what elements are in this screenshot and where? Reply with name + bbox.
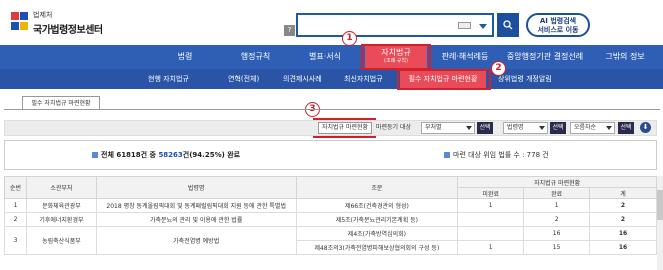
cell-unmade [457, 226, 525, 241]
table-row: 2 기후에너지환경부 가축분뇨의 관리 및 이용에 관한 법률 제5조(가축분뇨… [4, 212, 657, 227]
tab-required[interactable]: 필수 자치법규 마련현황 [22, 96, 100, 110]
nav-precedent[interactable]: 판례·해석례등 [430, 45, 500, 69]
choose-button-2[interactable]: 선택 [550, 122, 566, 134]
table-row: 1 문화체육관광부 2018 평창 동계올림픽대회 및 동계패럴림픽대회 지원 … [4, 198, 657, 213]
cell-ministry: 농림축산식품부 [25, 226, 97, 255]
map-status-button[interactable]: 자치법규 마련현황 [318, 122, 372, 134]
chevron-down-icon [539, 126, 545, 130]
status-table: 순번 소관부처 법령명 조문 자치법규 마련현황 미완료 완료 계 1 문화체육… [4, 176, 657, 255]
cell-law[interactable]: 2018 평창 동계올림픽대회 및 동계패럴림픽대회 지원 등에 관한 특별법 [95, 198, 297, 213]
col-unmade: 미완료 [457, 187, 525, 199]
logo-main[interactable]: 국가법령정보센터 [33, 21, 103, 36]
nav-decision[interactable]: 중앙행정기관 결정선례 [500, 45, 590, 69]
col-total: 계 [589, 187, 657, 199]
bullet-icon [444, 152, 450, 158]
chevron-down-icon [606, 126, 612, 130]
summary-prefix: 전체 61818건 중 [101, 151, 159, 159]
tab-divider [4, 109, 660, 110]
cell-total: 16 [589, 240, 657, 255]
summary-right-text: 마련 대상 위임 법률 수 : 778 건 [453, 151, 549, 159]
summary-suffix: 건(94.25%) 완료 [182, 151, 241, 159]
table-row: 3 농림축산식품부 가축전염병 예방법 제4조(가축방역심의회) 16 16 [4, 226, 657, 255]
ai-line2: 서비스로 이동 [537, 26, 579, 34]
cell-total: 2 [589, 212, 657, 227]
cell-no: 2 [4, 212, 27, 227]
cell-total: 2 [589, 198, 657, 213]
subnav-latest[interactable]: 최신자치법규 [344, 69, 383, 89]
cell-law[interactable]: 가축전염병 예방법 [95, 226, 297, 255]
nav-law[interactable]: 법령 [150, 45, 220, 69]
bullet-icon [92, 152, 98, 158]
help-button[interactable]: ? [284, 25, 295, 36]
summary-target: 마련 대상 위임 법률 수 : 778 건 [444, 150, 549, 160]
cell-no: 3 [4, 226, 27, 255]
subnav-opinion[interactable]: 의견제시사례 [283, 69, 322, 89]
ministry-select[interactable]: 부처별 [421, 122, 475, 134]
choose-button-3[interactable]: 선택 [618, 122, 634, 134]
search-button[interactable] [497, 13, 519, 37]
logo-sub: 법제처 [33, 11, 53, 19]
cell-ministry: 문화체육관광부 [25, 198, 97, 213]
cell-unmade: 1 [457, 198, 525, 213]
download-icon[interactable]: ⬇ [640, 122, 651, 133]
col-status: 자치법규 마련현황 [457, 176, 657, 188]
summary-count: 58263 [158, 151, 183, 159]
cell-unmade: 1 [457, 240, 525, 255]
header: 법제처 국가법령정보센터 ? AI 법령검색 서비스로 이동 [0, 0, 663, 45]
sub-nav: 현행 자치법규 연혁(전체) 의견제시사례 최신자치법규 상위법령 개정알림 [0, 69, 663, 89]
summary-total: 전체 61818건 중 58263건(94.25%) 완료 [92, 150, 240, 160]
target-label: 마련등기 대상 [376, 124, 412, 131]
law-select[interactable]: 법령명 [503, 122, 548, 134]
chevron-down-icon [466, 126, 472, 130]
cell-ministry: 기후에너지환경부 [25, 212, 97, 227]
chevron-down-icon[interactable] [479, 24, 487, 29]
nav-admin-rule[interactable]: 행정규칙 [218, 45, 293, 69]
scrollbar-thumb[interactable] [657, 190, 663, 220]
cell-done: 16 [523, 226, 591, 241]
cell-done: 1 [523, 198, 591, 213]
col-law: 법령명 [95, 176, 297, 199]
cell-done: 15 [523, 240, 591, 255]
subnav-alert[interactable]: 상위법령 개정알림 [498, 69, 552, 89]
cell-article[interactable]: 제66조(건축경관의 형성) [295, 198, 459, 213]
col-done: 완료 [523, 187, 591, 199]
col-ministry: 소관부처 [25, 176, 97, 199]
highlight-box-2 [397, 69, 491, 90]
cell-article[interactable]: 제4조(가축방역심의회) [295, 226, 459, 241]
subnav-history[interactable]: 연혁(전체) [228, 69, 259, 89]
order-select-value: 오름차순 [574, 124, 597, 131]
col-article: 조문 [295, 176, 459, 199]
step-badge-2: 2 [491, 61, 506, 76]
nav-appendix[interactable]: 별표·서식 [290, 45, 360, 69]
col-no: 순번 [4, 176, 27, 199]
search-icon [503, 20, 513, 30]
cell-article[interactable]: 제5조(가축분뇨관리기본계획 등) [295, 212, 459, 227]
highlight-box-1 [361, 44, 431, 70]
search-input[interactable] [296, 13, 494, 37]
step-badge-1: 1 [342, 31, 357, 46]
law-select-value: 법령명 [507, 124, 524, 131]
ai-search-button[interactable]: AI 법령검색 서비스로 이동 [526, 13, 590, 37]
keyboard-icon[interactable] [458, 22, 471, 29]
choose-button-1[interactable]: 선택 [477, 122, 493, 134]
cell-done: 2 [523, 212, 591, 227]
ministry-select-value: 부처별 [425, 124, 442, 131]
order-select[interactable]: 오름차순 [570, 122, 615, 134]
nav-other[interactable]: 그밖의 정보 [592, 45, 658, 69]
cell-total: 16 [589, 226, 657, 241]
ai-line1: AI 법령검색 [539, 17, 577, 25]
cell-law[interactable]: 가축분뇨의 관리 및 이용에 관한 법률 [95, 212, 297, 227]
cell-article[interactable]: 제48조의3(가축전염병피해보상협의회의 구성 등) [295, 240, 459, 255]
cell-no: 1 [4, 198, 27, 213]
main-nav: 법령 행정규칙 별표·서식 판례·해석례등 중앙행정기관 결정선례 그밖의 정보 [0, 45, 663, 69]
subnav-current[interactable]: 현행 자치법규 [148, 69, 189, 89]
cell-unmade [457, 212, 525, 227]
logo-icon[interactable] [11, 12, 28, 30]
